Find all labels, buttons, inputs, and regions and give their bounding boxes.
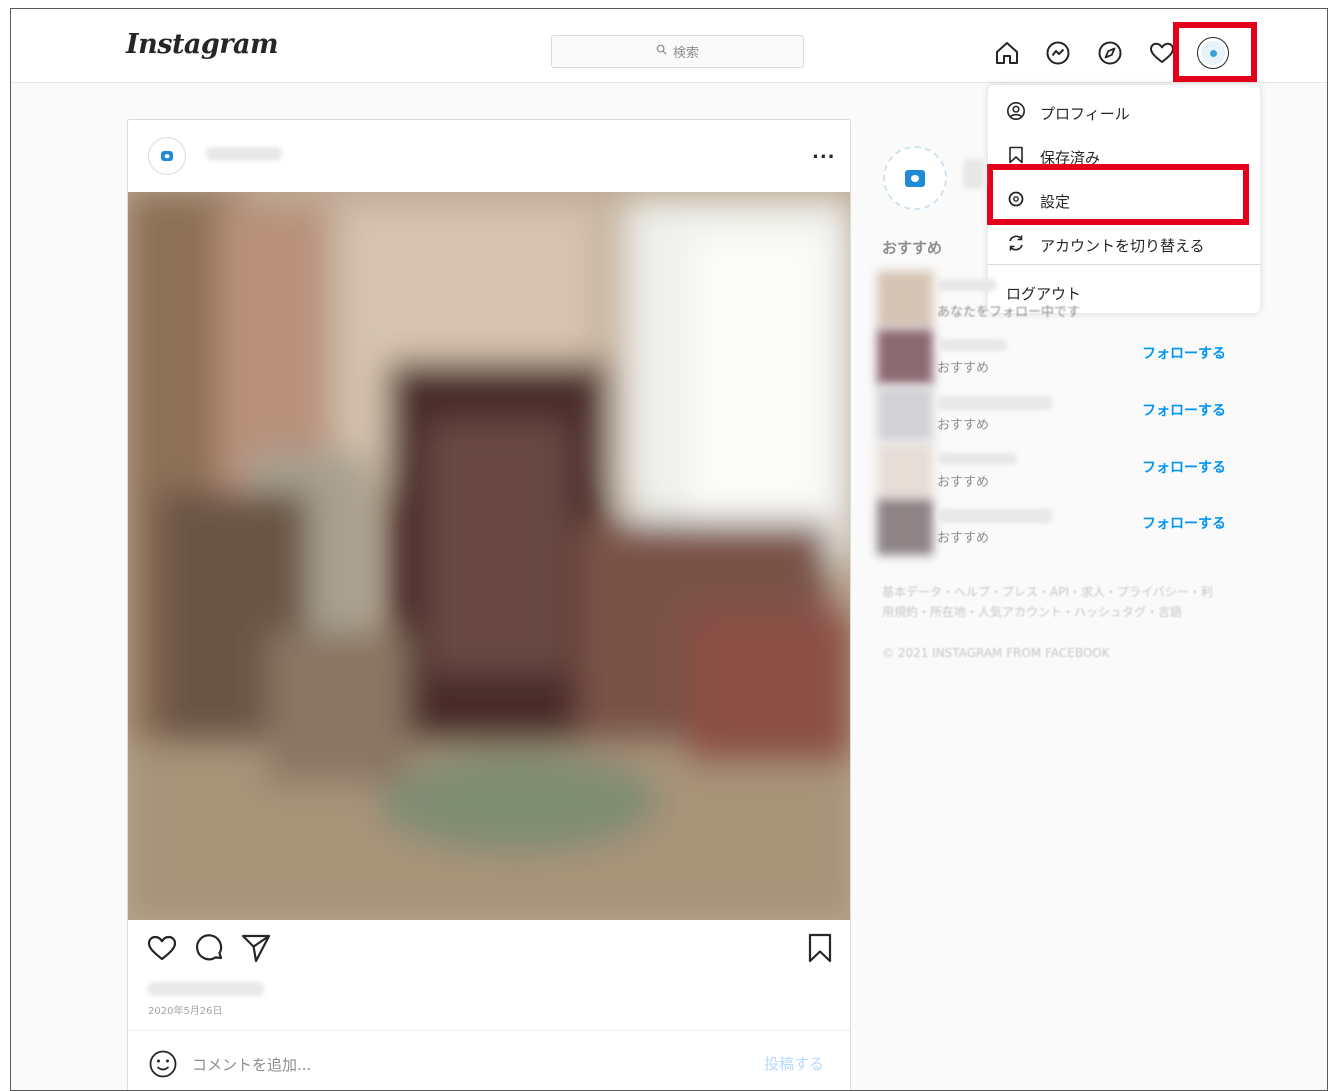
post-header: ... [128,120,850,192]
suggestion-username-blurred[interactable] [937,279,997,291]
menu-item-label: プロフィール [1040,104,1130,123]
home-icon[interactable] [993,39,1021,67]
search-box[interactable]: 検索 [551,35,804,68]
recommended-title: おすすめ [882,239,943,257]
suggestion-item: おすすめ フォローする [877,443,1237,499]
instagram-logo[interactable]: Instagram [126,29,279,60]
comment-bubble-icon[interactable] [194,932,226,964]
profile-circle-icon [1006,101,1026,125]
suggestion-avatar[interactable] [877,443,933,499]
camera-icon [161,151,173,161]
comment-composer: 投稿する [128,1030,850,1090]
suggestion-subtitle: おすすめ [937,531,990,546]
heart-icon[interactable] [1148,39,1176,67]
post-date: 2020年5月26日 [148,1006,223,1017]
save-bookmark-icon[interactable] [804,932,836,964]
post-photo[interactable] [128,192,850,920]
suggestion-item: おすすめ フォローする [877,386,1237,442]
highlight-box-settings [987,164,1249,225]
suggestion-subtitle: あなたをフォロー中です [937,305,1081,320]
more-options-button[interactable]: ... [812,142,836,163]
follow-button[interactable]: フォローする [1142,343,1226,363]
camera-icon [905,169,925,187]
copyright-text: © 2021 INSTAGRAM FROM FACEBOOK [882,646,1110,660]
suggestion-subtitle: おすすめ [937,475,990,490]
post-actions [128,920,850,984]
highlight-box-avatar [1173,22,1257,82]
explore-icon[interactable] [1096,39,1124,67]
post-author-avatar[interactable] [148,137,186,175]
switch-account-icon [1006,233,1026,257]
suggestion-avatar[interactable] [877,329,933,385]
feed-post: ... 2020年5月26日 コメントを追加... 投稿する [127,119,851,1090]
suggestion-item: おすすめ フォローする [877,329,1237,385]
current-user-name-blurred[interactable] [963,159,985,189]
menu-item-switch-account[interactable]: アカウントを切り替える [988,223,1260,267]
suggestion-username-blurred[interactable] [937,509,1053,523]
suggestion-username-blurred[interactable] [937,396,1053,410]
comment-input[interactable] [192,1053,712,1077]
suggestion-avatar[interactable] [877,386,933,442]
follow-button[interactable]: フォローする [1142,513,1226,533]
menu-divider [988,264,1260,265]
suggestion-username-blurred[interactable] [937,339,1007,351]
current-user-avatar[interactable] [883,146,947,210]
emoji-smile-icon[interactable] [148,1049,178,1079]
menu-item-label: アカウントを切り替える [1040,236,1205,255]
suggestion-username-blurred[interactable] [937,453,1017,465]
follow-button[interactable]: フォローする [1142,400,1226,420]
browser-viewport: Instagram 検索 プロフィール 保存済み 設定 アカウントを切り替える … [10,8,1328,1091]
search-icon [656,44,667,59]
like-heart-icon[interactable] [146,932,178,964]
suggestion-subtitle: おすすめ [937,418,990,433]
post-author-name-blurred[interactable] [206,147,282,161]
messenger-icon[interactable] [1044,39,1072,67]
footer-links[interactable]: 基本データ・ヘルプ・プレス・API・求人・プライバシー・利用規約・所在地・人気ア… [882,582,1222,622]
share-send-icon[interactable] [240,932,272,964]
suggestion-item: おすすめ フォローする [877,499,1237,555]
suggestion-avatar[interactable] [877,271,933,327]
search-placeholder: 検索 [672,46,699,61]
likes-count-blurred[interactable] [148,982,264,996]
suggestion-avatar[interactable] [877,499,933,555]
menu-item-profile[interactable]: プロフィール [988,91,1260,135]
post-comment-button[interactable]: 投稿する [764,1053,824,1074]
suggestion-subtitle: おすすめ [937,361,990,376]
top-navigation-bar: Instagram 検索 [11,9,1327,83]
follow-button[interactable]: フォローする [1142,457,1226,477]
suggestion-item: あなたをフォロー中です [877,271,1237,327]
